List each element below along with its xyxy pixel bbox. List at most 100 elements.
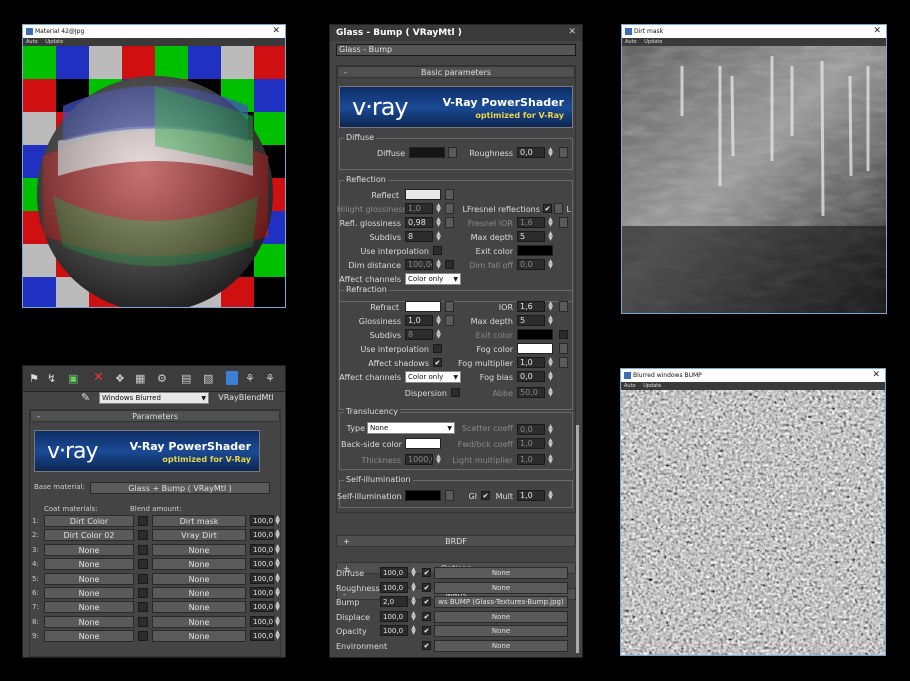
map-slot-button[interactable]: None xyxy=(434,581,568,594)
update-button[interactable]: Update xyxy=(643,383,661,389)
fwd-bck-coeff-field[interactable]: 1,0 xyxy=(517,438,545,449)
coat-enable-checkbox[interactable] xyxy=(138,516,148,526)
thickness-field[interactable]: 1000,0 xyxy=(405,454,433,465)
mult-spinner[interactable]: ▲ ▼ xyxy=(547,490,554,501)
blend-map-button[interactable]: None xyxy=(152,630,246,643)
map-amount-field[interactable]: 100,0 xyxy=(380,610,408,622)
map-enable-checkbox[interactable]: ✔ xyxy=(422,641,431,650)
blend-map-button[interactable]: Vray Dirt xyxy=(152,529,246,542)
glass-scrollbar[interactable] xyxy=(576,425,579,653)
refract-color-swatch[interactable] xyxy=(405,301,441,312)
coat-enable-checkbox[interactable] xyxy=(138,530,148,541)
affect-shadows-checkbox[interactable]: ✔ xyxy=(433,358,442,367)
refr-subdivs-spinner[interactable]: ▲ ▼ xyxy=(435,329,442,340)
go-to-parent-icon[interactable] xyxy=(226,371,238,385)
map-slot-button[interactable]: None xyxy=(434,625,568,638)
coat-material-button[interactable]: None xyxy=(44,630,134,643)
map-slot-button[interactable]: ws BUMP (Glass-Textures-Bump.jpg) xyxy=(434,596,568,609)
blend-amount-field[interactable]: 100,0 xyxy=(250,615,274,627)
map-enable-checkbox[interactable]: ✔ xyxy=(422,582,431,592)
hilight-lock-label[interactable]: L xyxy=(457,205,467,214)
map-slot-button[interactable]: None xyxy=(434,640,568,652)
reflect-color-swatch[interactable] xyxy=(405,189,441,200)
parameters-rollout-header[interactable]: - Parameters xyxy=(30,410,280,422)
coat-material-button[interactable]: None xyxy=(44,543,134,556)
refr-use-interpolation-checkbox[interactable] xyxy=(433,344,442,353)
translucency-type-dropdown[interactable]: None ▼ xyxy=(367,422,455,434)
blend-amount-field[interactable]: 100,0 xyxy=(250,543,274,555)
copy-material-icon[interactable]: ❖ xyxy=(115,372,125,385)
blend-map-button[interactable]: None xyxy=(152,587,246,599)
refr-max-depth-spinner[interactable]: ▲ ▼ xyxy=(547,315,554,326)
blend-map-button[interactable]: None xyxy=(152,572,246,585)
refr-exit-color-checkbox[interactable] xyxy=(559,330,568,339)
map-amount-field[interactable]: 2,0 xyxy=(380,596,408,608)
assign-material-icon[interactable]: ▣ xyxy=(68,372,78,385)
ior-spinner[interactable]: ▲ ▼ xyxy=(547,301,554,312)
fresnel-ior-map-button[interactable] xyxy=(559,217,568,228)
refr-exit-color-swatch[interactable] xyxy=(517,329,553,340)
blend-amount-spinner[interactable]: ▲ ▼ xyxy=(274,558,281,569)
close-icon[interactable]: ✕ xyxy=(873,25,881,38)
get-material-icon[interactable]: ⚑ xyxy=(29,372,39,385)
fresnel-ior-field[interactable]: 1,6 xyxy=(517,217,545,228)
show-end-result-icon[interactable]: ▧ xyxy=(203,372,213,385)
fog-multiplier-field[interactable]: 1,0 xyxy=(517,357,545,368)
map-amount-spinner[interactable]: ▲ ▼ xyxy=(410,625,417,636)
diffuse-map-button[interactable] xyxy=(448,147,457,158)
blend-amount-spinner[interactable]: ▲ ▼ xyxy=(274,543,281,555)
blend-amount-field[interactable]: 100,0 xyxy=(250,529,274,541)
coat-enable-checkbox[interactable] xyxy=(138,602,148,613)
close-icon[interactable]: ✕ xyxy=(272,25,280,38)
ior-map-button[interactable] xyxy=(559,301,568,312)
fog-multiplier-map-button[interactable] xyxy=(559,357,568,368)
hilight-glossiness-field[interactable]: 1,0 xyxy=(405,203,433,214)
blend-amount-spinner[interactable]: ▲ ▼ xyxy=(274,529,281,540)
map-enable-checkbox[interactable]: ✔ xyxy=(422,597,431,607)
fresnel-reflections-checkbox[interactable]: ✔ xyxy=(543,204,552,213)
coat-enable-checkbox[interactable] xyxy=(138,573,148,584)
blend-amount-spinner[interactable]: ▲ ▼ xyxy=(274,601,281,612)
fog-bias-spinner[interactable]: ▲ ▼ xyxy=(547,371,554,382)
hilight-map-button[interactable] xyxy=(445,203,454,214)
fwd-bck-coeff-spinner[interactable]: ▲ ▼ xyxy=(547,438,554,449)
show-map-icon[interactable]: ▤ xyxy=(181,372,191,385)
coat-material-button[interactable]: None xyxy=(44,558,134,571)
update-button[interactable]: Update xyxy=(45,39,63,45)
ior-field[interactable]: 1,6 xyxy=(517,301,545,312)
close-icon[interactable]: ✕ xyxy=(872,369,880,382)
backside-color-swatch[interactable] xyxy=(405,438,441,449)
fog-color-swatch[interactable] xyxy=(517,343,553,354)
self-illumination-swatch[interactable] xyxy=(405,490,441,501)
delete-icon[interactable]: ✕ xyxy=(93,370,104,385)
glossiness-spinner[interactable]: ▲ ▼ xyxy=(435,315,442,326)
refl-glossiness-field[interactable]: 0,98 xyxy=(405,217,433,228)
map-slot-button[interactable]: None xyxy=(434,567,568,579)
dispersion-checkbox[interactable] xyxy=(451,388,460,397)
coat-material-button[interactable]: None xyxy=(44,587,134,599)
coat-material-button[interactable]: None xyxy=(44,601,134,614)
use-interpolation-checkbox[interactable] xyxy=(433,246,442,255)
abbe-field[interactable]: 50,0 xyxy=(517,387,545,398)
subdivs-field[interactable]: 8 xyxy=(405,231,433,242)
material-name-dropdown[interactable]: Windows Blurred ▼ xyxy=(99,392,209,404)
auto-button[interactable]: Auto xyxy=(624,383,636,389)
eyedropper-icon[interactable]: ✎ xyxy=(81,391,90,404)
map-amount-spinner[interactable]: ▲ ▼ xyxy=(410,581,417,593)
affect-channels-dropdown[interactable]: Color only ▼ xyxy=(405,273,461,285)
blend-amount-field[interactable]: 100,0 xyxy=(250,515,274,526)
scatter-coeff-field[interactable]: 0,0 xyxy=(517,424,545,435)
dim-falloff-field[interactable]: 0,0 xyxy=(517,259,545,270)
blend-amount-spinner[interactable]: ▲ ▼ xyxy=(274,587,281,598)
update-button[interactable]: Update xyxy=(644,39,662,45)
blend-amount-field[interactable]: 100,0 xyxy=(250,587,274,598)
blend-amount-field[interactable]: 100,0 xyxy=(250,630,274,642)
roughness-map-button[interactable] xyxy=(559,147,568,158)
scatter-coeff-spinner[interactable]: ▲ ▼ xyxy=(547,424,554,435)
reflect-map-button[interactable] xyxy=(445,189,454,200)
blend-amount-field[interactable]: 100,0 xyxy=(250,601,274,613)
blend-amount-spinner[interactable]: ▲ ▼ xyxy=(274,615,281,627)
dim-distance-field[interactable]: 100,0c xyxy=(405,259,433,270)
put-to-scene-icon[interactable]: ↯ xyxy=(47,372,56,385)
hilight-spinner[interactable]: ▲ ▼ xyxy=(435,203,442,214)
